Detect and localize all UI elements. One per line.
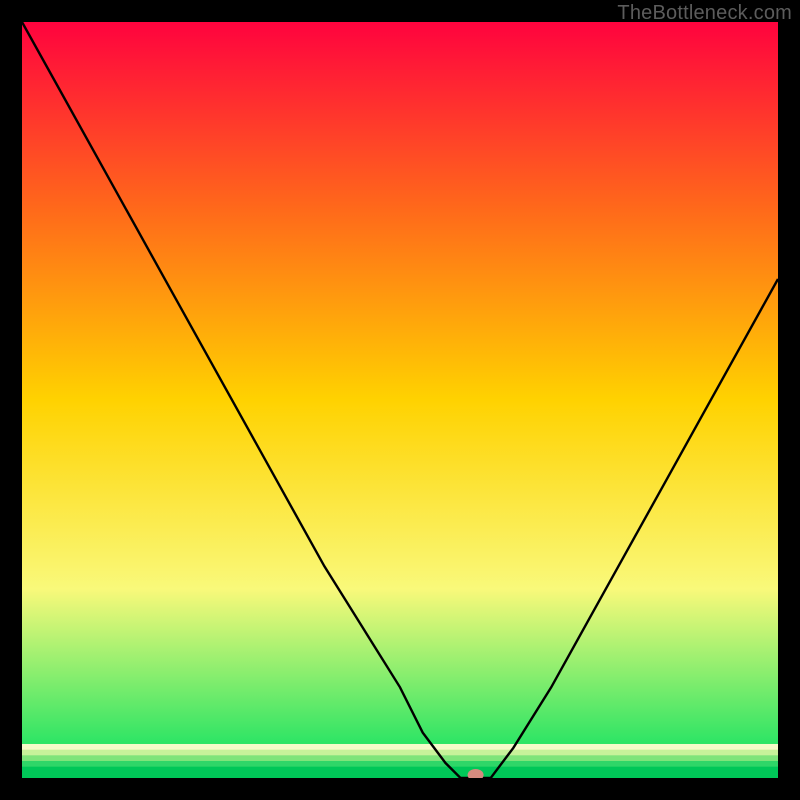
- plot-area: [22, 22, 778, 778]
- chart-svg: [22, 22, 778, 778]
- chart-frame: TheBottleneck.com: [0, 0, 800, 800]
- watermark-text: TheBottleneck.com: [617, 2, 792, 25]
- green-bottom-band: [22, 744, 778, 778]
- gradient-background: [22, 22, 778, 778]
